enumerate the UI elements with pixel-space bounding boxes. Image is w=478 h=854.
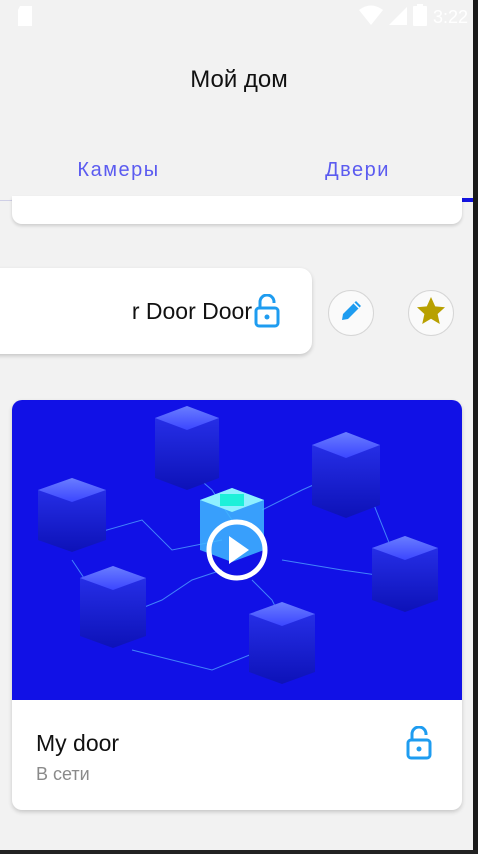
lock-open-icon[interactable] xyxy=(406,725,432,765)
door-swipe-row: r Door Door xyxy=(0,268,478,358)
door-card-status: В сети xyxy=(36,764,90,784)
pencil-icon xyxy=(338,298,364,329)
favorite-button[interactable] xyxy=(408,290,454,336)
wifi-icon xyxy=(358,5,383,30)
tab-bar: Камеры Двери xyxy=(0,140,478,202)
previous-card-bottom xyxy=(12,196,462,224)
edit-button[interactable] xyxy=(328,290,374,336)
signal-icon xyxy=(388,5,407,30)
screen-bottom-edge xyxy=(0,850,478,854)
door-list-item[interactable]: r Door Door xyxy=(0,268,312,354)
screen-edge xyxy=(473,0,478,854)
lock-open-icon[interactable] xyxy=(254,293,280,333)
tab-doors[interactable]: Двери xyxy=(237,140,478,200)
door-card-name: My door xyxy=(36,730,120,756)
tab-cameras[interactable]: Камеры xyxy=(0,140,237,200)
door-name: r Door Door xyxy=(131,298,252,324)
door-preview-image[interactable] xyxy=(12,400,462,700)
door-card[interactable]: My door В сети xyxy=(12,400,462,810)
status-time: 3:22 xyxy=(432,7,468,27)
battery-icon xyxy=(412,4,427,31)
server-cube-top-left xyxy=(38,478,106,552)
sd-card-icon xyxy=(16,6,34,31)
star-icon xyxy=(415,295,447,332)
tab-cameras-label: Камеры xyxy=(77,158,160,181)
page-title: Мой дом xyxy=(190,66,288,93)
tab-doors-label: Двери xyxy=(325,158,390,181)
status-bar: 3:22 xyxy=(0,0,478,32)
